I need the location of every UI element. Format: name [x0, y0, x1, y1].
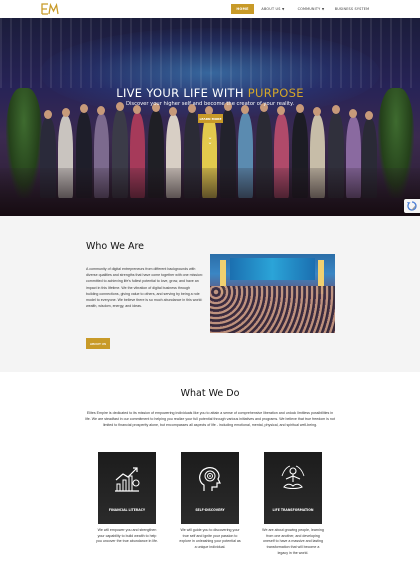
elites-empire-logo[interactable] [41, 3, 59, 15]
hero-section: LIVE YOUR LIFE WITH PURPOSE Discover you… [0, 18, 420, 216]
who-we-are-text: A community of digital entrepreneurs fro… [86, 267, 203, 309]
nav-business-system[interactable]: Business System [333, 4, 371, 14]
top-navbar: Home About Us ▼ Community ▼ Business Syste… [0, 0, 420, 18]
community-event-photo [210, 254, 335, 333]
recaptcha-badge[interactable] [404, 199, 420, 213]
self-discovery-card[interactable]: SELF-DISCOVERY [181, 452, 239, 524]
what-we-do-section: What We Do Elites Empire is dedicated to… [0, 372, 420, 561]
stage-floor [0, 168, 420, 216]
who-we-are-section: Who We Are A community of digital entrep… [0, 216, 420, 372]
double-chevron-down-icon[interactable]: ⌄ ⌄ [205, 135, 215, 146]
recaptcha-icon [407, 201, 417, 211]
meditation-icon [281, 465, 305, 490]
chevron-down-icon: ▼ [282, 7, 285, 11]
life-transformation-card[interactable]: LIFE TRANSFORMATION [264, 452, 322, 524]
learn-more-button[interactable]: LEARN MORE [198, 114, 223, 123]
card-label: SELF-DISCOVERY [195, 508, 225, 512]
nav-home[interactable]: Home [231, 4, 254, 14]
about-us-button[interactable]: ABOUT US [86, 338, 110, 349]
hero-title-accent: PURPOSE [247, 86, 304, 100]
financial-literacy-desc: We will empower you and strengthen your … [96, 528, 158, 544]
what-we-do-text: Elites Empire is dedicated to its missio… [85, 411, 335, 428]
mind-target-icon [199, 467, 221, 491]
nav-community[interactable]: Community ▼ [294, 4, 328, 14]
self-discovery-desc: We will guide you to discovering your tr… [179, 528, 241, 550]
chevron-down-icon: ▼ [321, 7, 325, 11]
who-we-are-title: Who We Are [86, 241, 144, 252]
hero-subtitle: Discover your higher self and become the… [125, 101, 295, 107]
stage-lights [0, 18, 420, 88]
card-label: FINANCIAL LITERACY [108, 508, 146, 512]
nav-about-us[interactable]: About Us ▼ [258, 4, 288, 14]
what-we-do-title: What We Do [180, 388, 240, 399]
card-label: LIFE TRANSFORMATION [272, 508, 314, 512]
life-transformation-desc: We are about growing people, learning fr… [262, 528, 324, 555]
financial-literacy-card[interactable]: FINANCIAL LITERACY [98, 452, 156, 524]
growth-chart-icon [115, 467, 140, 492]
hero-title: LIVE YOUR LIFE WITH PURPOSE [116, 86, 304, 100]
